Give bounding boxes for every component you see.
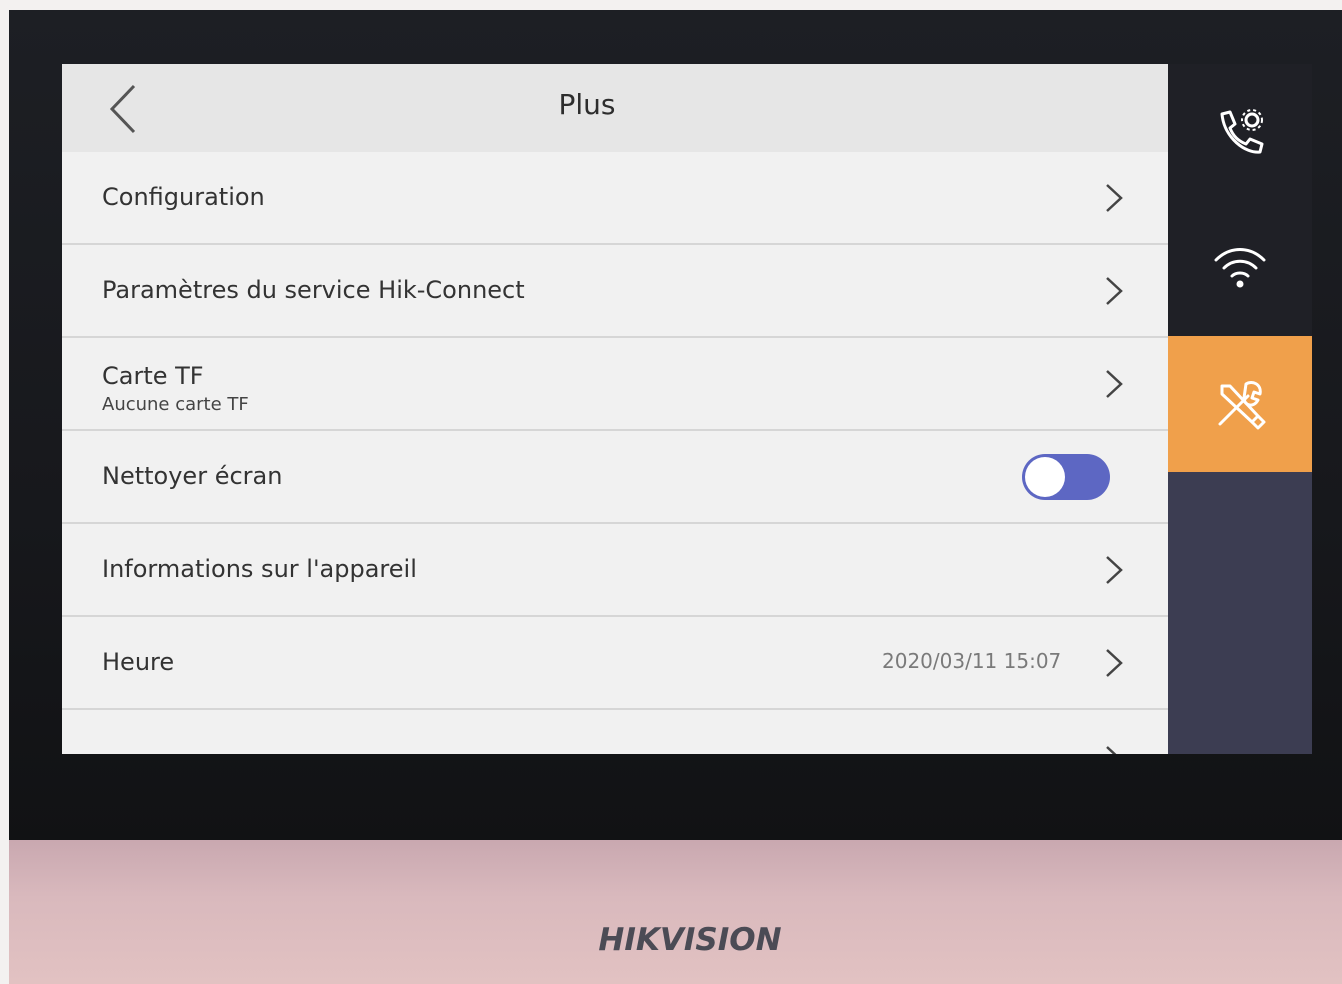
brand-logo: HIKVISION xyxy=(598,922,782,958)
chevron-right-icon xyxy=(1106,556,1123,584)
chevron-right-icon xyxy=(1106,277,1123,305)
menu-item-label: Heure xyxy=(102,648,175,676)
menu-item-hik-connect[interactable]: Paramètres du service Hik-Connect xyxy=(62,245,1168,338)
menu-item-configuration[interactable]: Configuration xyxy=(62,152,1168,245)
time-value: 2020/03/11 15:07 xyxy=(882,649,1062,673)
tf-card-status: Aucune carte TF xyxy=(102,394,249,415)
menu-item-device-info[interactable]: Informations sur l'appareil xyxy=(62,524,1168,617)
tools-icon xyxy=(1218,380,1266,430)
menu-item-time[interactable]: Heure 2020/03/11 15:07 xyxy=(62,617,1168,710)
clean-screen-toggle[interactable] xyxy=(1022,454,1110,500)
device-bezel xyxy=(9,840,1342,984)
menu-item-label: Nettoyer écran xyxy=(102,462,283,490)
menu-item-label: Informations sur l'appareil xyxy=(102,555,417,583)
chevron-right-icon xyxy=(1106,184,1123,212)
chevron-right-icon xyxy=(1106,370,1123,398)
menu-item-label: Carte TF xyxy=(102,362,204,390)
page-title: Plus xyxy=(558,88,616,121)
sidebar-empty xyxy=(1168,472,1312,754)
phone-settings-icon xyxy=(1220,109,1264,154)
wifi-icon xyxy=(1214,248,1266,288)
screen: Plus Configuration Paramètres du service… xyxy=(62,64,1312,754)
sidebar xyxy=(1168,64,1312,754)
toggle-knob xyxy=(1025,457,1065,497)
settings-panel: Plus Configuration Paramètres du service… xyxy=(62,64,1168,754)
menu-item-clean-screen: Nettoyer écran xyxy=(62,431,1168,524)
sidebar-item-call-settings[interactable] xyxy=(1168,64,1312,200)
chevron-right-icon xyxy=(1106,746,1117,754)
sidebar-item-tools[interactable] xyxy=(1168,336,1312,472)
header: Plus xyxy=(62,64,1168,152)
menu-item-tf-card[interactable]: Carte TF Aucune carte TF xyxy=(62,338,1168,431)
chevron-right-icon xyxy=(1106,649,1123,677)
sidebar-item-network[interactable] xyxy=(1168,200,1312,336)
menu-item-label: Configuration xyxy=(102,183,265,211)
menu-item-partial[interactable] xyxy=(62,714,1168,754)
menu-item-label: Paramètres du service Hik-Connect xyxy=(102,276,525,304)
